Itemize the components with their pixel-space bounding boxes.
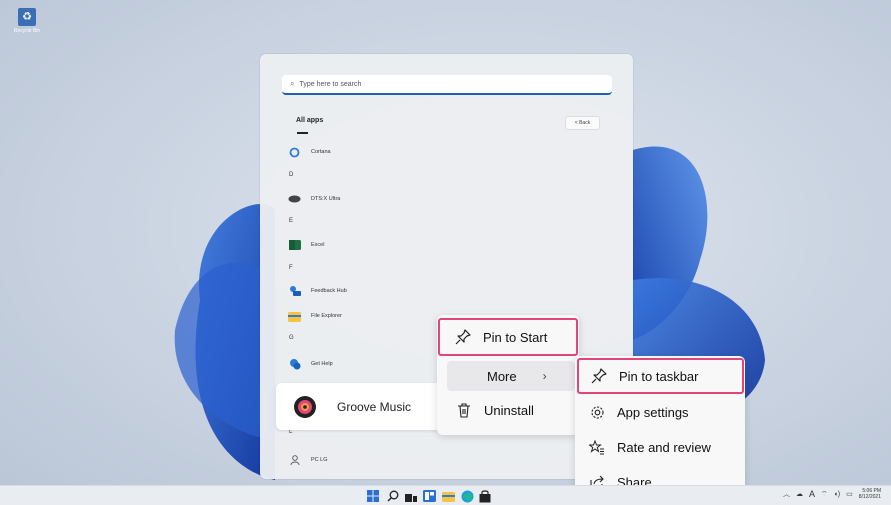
app-item-file-explorer[interactable]: File Explorer <box>288 308 342 324</box>
store-icon[interactable] <box>478 489 492 503</box>
desktop: ♻ Recycle Bin ⌕ Type here to search All … <box>0 0 891 505</box>
task-view-icon[interactable] <box>404 489 418 503</box>
app-name: File Explorer <box>311 313 342 319</box>
taskbar: ︿ ☁ A ⌔ ◖) ▭ 5:06 PM 8/12/2021 <box>0 485 891 505</box>
app-item-get-help[interactable]: Get Help <box>288 356 333 372</box>
trash-icon <box>454 402 474 418</box>
pin-to-start-label: Pin to Start <box>483 329 548 345</box>
input-indicator[interactable]: A <box>809 489 815 499</box>
app-settings-item[interactable]: App settings <box>587 397 743 427</box>
rate-review-icon <box>587 439 607 455</box>
app-name: Feedback Hub <box>311 288 347 294</box>
app-settings-label: App settings <box>617 404 689 420</box>
app-item-cortana[interactable]: Cortana <box>288 144 331 160</box>
app-item-excel[interactable]: Excel <box>288 237 324 253</box>
user-name: PC LG <box>311 457 328 463</box>
gear-icon <box>587 405 607 420</box>
edge-icon[interactable] <box>460 489 474 503</box>
feedback-hub-icon <box>288 285 301 298</box>
app-name: DTS:X Ultra <box>311 196 341 202</box>
search-box[interactable]: ⌕ Type here to search <box>282 75 612 95</box>
chevron-up-icon[interactable]: ︿ <box>783 489 790 499</box>
app-name: Get Help <box>311 361 333 367</box>
volume-icon[interactable]: ◖) <box>834 491 841 498</box>
pin-icon <box>589 368 609 384</box>
app-item-dtsx[interactable]: DTS:X Ultra <box>288 191 340 207</box>
pin-to-taskbar-item[interactable]: Pin to taskbar <box>577 358 744 394</box>
dtsx-icon <box>288 193 301 206</box>
groove-music-label: Groove Music <box>337 399 412 414</box>
clock[interactable]: 5:06 PM 8/12/2021 <box>859 488 881 500</box>
pin-to-start-item[interactable]: Pin to Start <box>438 318 578 356</box>
file-explorer-icon <box>288 310 301 323</box>
widgets-icon[interactable] <box>422 489 436 503</box>
back-button[interactable]: < Back <box>565 116 600 130</box>
pin-icon <box>453 329 473 345</box>
clock-date: 8/12/2021 <box>858 494 881 500</box>
user-icon <box>288 454 301 467</box>
pin-to-taskbar-label: Pin to taskbar <box>619 368 699 384</box>
uninstall-label: Uninstall <box>484 402 534 418</box>
onedrive-icon[interactable]: ☁ <box>796 490 803 498</box>
uninstall-item[interactable]: Uninstall <box>451 395 578 425</box>
letter-header[interactable]: F <box>289 265 293 271</box>
get-help-icon <box>288 358 301 371</box>
all-apps-title: All apps <box>296 117 324 124</box>
recycle-bin[interactable]: ♻ Recycle Bin <box>8 8 46 34</box>
app-name: Cortana <box>311 149 331 155</box>
system-tray[interactable]: ︿ ☁ A ⌔ ◖) ▭ 5:06 PM 8/12/2021 <box>783 488 881 500</box>
more-item[interactable]: More › <box>447 361 575 391</box>
groove-music-icon <box>293 395 317 419</box>
all-apps-underline <box>297 132 308 134</box>
recycle-bin-icon: ♻ <box>18 8 36 26</box>
rate-and-review-item[interactable]: Rate and review <box>587 432 743 462</box>
letter-header[interactable]: D <box>289 172 293 178</box>
chevron-right-icon: › <box>542 369 547 383</box>
wifi-icon[interactable]: ⌔ <box>821 490 828 499</box>
search-placeholder: Type here to search <box>299 80 362 88</box>
app-name: Excel <box>311 242 325 248</box>
cortana-icon <box>288 146 301 159</box>
user-account[interactable]: PC LG <box>288 452 328 468</box>
excel-icon <box>288 239 301 252</box>
recycle-bin-label: Recycle Bin <box>13 28 41 34</box>
letter-header[interactable]: E <box>289 218 293 224</box>
app-item-feedback-hub[interactable]: Feedback Hub <box>288 283 347 299</box>
search-icon: ⌕ <box>290 79 295 88</box>
groove-music-item[interactable]: Groove Music <box>276 383 446 430</box>
letter-header[interactable]: G <box>289 335 294 341</box>
search-icon[interactable] <box>386 489 400 503</box>
battery-icon[interactable]: ▭ <box>846 490 853 498</box>
file-explorer-icon[interactable] <box>441 489 455 503</box>
rate-and-review-label: Rate and review <box>617 439 711 455</box>
more-label: More <box>487 368 517 384</box>
start-icon[interactable] <box>366 489 380 503</box>
